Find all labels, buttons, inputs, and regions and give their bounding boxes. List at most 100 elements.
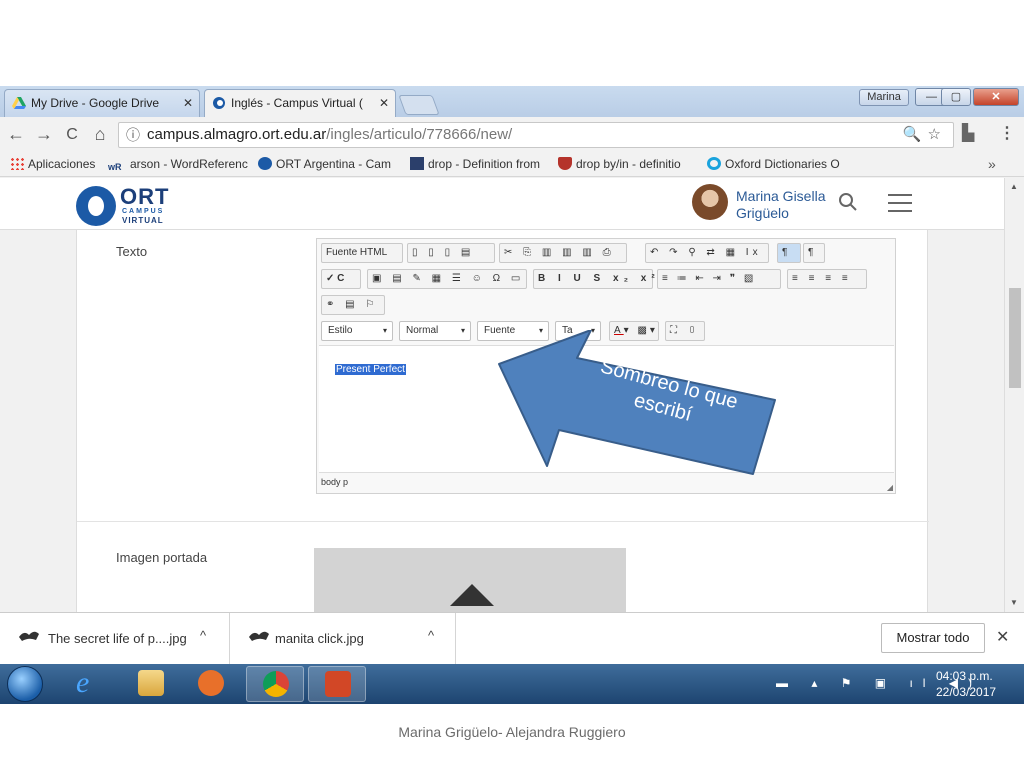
internet-explorer-icon: e [76, 666, 90, 699]
reload-icon[interactable]: C [62, 126, 82, 144]
slide-footer: Marina Grigüelo- Alejandra Ruggiero [398, 724, 626, 740]
address-bar[interactable]: ⓘ campus.almagro.ort.edu.ar/ingles/artic… [118, 122, 954, 148]
profile-button[interactable]: Marina [859, 89, 909, 106]
taskbar-chrome[interactable] [246, 666, 304, 702]
ort-logo-icon[interactable] [76, 186, 116, 226]
close-icon[interactable]: ✕ [379, 90, 389, 116]
dictionary-icon [410, 157, 424, 170]
field-label-imagen: Imagen portada [116, 550, 208, 565]
clipboard-tools-group[interactable]: ✂ ⎘ ▥ ▥ ▥ ⎙ [499, 243, 627, 263]
forward-icon[interactable]: → [34, 124, 54, 145]
logo-virtual: VIRTUAL [122, 216, 164, 225]
ltr-button[interactable]: ¶ [777, 243, 801, 263]
close-icon[interactable]: ✕ [183, 90, 193, 116]
more-bookmarks-icon[interactable]: » [988, 156, 996, 172]
maximize-button[interactable]: ▢ [941, 88, 971, 106]
clock-date[interactable]: 22/03/2017 [936, 685, 996, 699]
format-dropdown[interactable]: Normal ▾ [399, 321, 471, 341]
element-path: body p [321, 477, 349, 487]
rtl-button[interactable]: ¶ [803, 243, 825, 263]
format-bold-italic-underline[interactable]: B I U S x₂ x² [533, 269, 655, 289]
close-icon[interactable]: ✕ [996, 627, 1009, 647]
chevron-up-icon[interactable]: ^ [200, 628, 206, 643]
bookmark-oxford-dictionaries[interactable]: Oxford Dictionaries O [707, 157, 847, 171]
site-header: ORT CAMPUS VIRTUAL Marina Gisella Grigüe… [0, 178, 1004, 230]
image-file-icon [249, 631, 269, 641]
chrome-icon [263, 671, 289, 697]
wordreference-icon: wR [108, 162, 122, 172]
bookmark-wordreference[interactable]: wR arson - WordReferenc [108, 157, 248, 175]
chevron-up-icon[interactable]: ^ [428, 628, 434, 643]
download-item[interactable]: The secret life of p....jpg ^ [0, 613, 230, 665]
tab-campus-virtual[interactable]: Inglés - Campus Virtual ( ✕ [204, 89, 396, 117]
zoom-bookmark-star-icon[interactable]: 🔍☆ [903, 123, 947, 147]
insert-tools-group[interactable]: ▣ ▤ ✎ ▦ ☰ ☺ Ω ▭ [367, 269, 527, 289]
taskbar-media-player[interactable] [182, 666, 240, 702]
link-anchor-group[interactable]: ⚭ ▤ ⚐ [321, 295, 385, 315]
page-scrollbar[interactable]: ▲ ▼ [1004, 178, 1024, 612]
oxford-icon [707, 157, 721, 170]
resize-handle[interactable]: ◢ [887, 483, 893, 492]
editor-toolbar-row-2: ✓ C ▣ ▤ ✎ ▦ ☰ ☺ Ω ▭ B I U S x₂ x² ≡ ≔ ⇤ … [321, 269, 891, 291]
avatar[interactable] [692, 184, 728, 220]
taskbar-internet-explorer[interactable]: e [60, 666, 118, 702]
logo-ort[interactable]: ORT [120, 184, 169, 210]
tab-title: Inglés - Campus Virtual ( [231, 96, 363, 110]
new-tab-button[interactable] [398, 95, 440, 115]
browser-toolbar: ← → C ⌂ ⓘ campus.almagro.ort.edu.ar/ingl… [0, 117, 1024, 153]
browser-menu-icon[interactable]: ⋮ [999, 123, 1015, 143]
window-close-button[interactable]: ✕ [973, 88, 1019, 106]
style-dropdown[interactable]: Estilo ▾ [321, 321, 393, 341]
selected-text[interactable]: Present Perfect [335, 364, 406, 375]
bookmark-ort-argentina[interactable]: ORT Argentina - Cam [258, 157, 392, 171]
windows-start-icon[interactable] [7, 666, 43, 702]
presentation-slide: My Drive - Google Drive ✕ Inglés - Campu… [0, 0, 1024, 768]
tab-google-drive[interactable]: My Drive - Google Drive ✕ [4, 89, 200, 117]
chevron-down-icon: ▾ [460, 326, 465, 335]
clock-time[interactable]: 04:03 p.m. [936, 669, 993, 683]
editor-toolbar-row-1: Fuente HTML ▯ ▯ ▯ ▤ ✂ ⎘ ▥ ▥ ▥ ⎙ ↶ ↷ ⚲ ⇄ … [321, 243, 891, 265]
taskbar-file-explorer[interactable] [122, 666, 180, 702]
source-html-button[interactable]: Fuente HTML [321, 243, 403, 263]
chevron-down-icon: ▾ [382, 326, 387, 335]
bookmark-drop-definition[interactable]: drop - Definition from [410, 157, 546, 171]
extension-icon[interactable]: ▙ [962, 123, 974, 143]
spellcheck-button[interactable]: ✓ C [321, 269, 361, 289]
apps-grid-icon [10, 157, 24, 170]
home-icon[interactable]: ⌂ [90, 124, 110, 145]
url-host: campus.almagro.ort.edu.ar [147, 126, 327, 143]
hamburger-menu-icon[interactable] [888, 194, 912, 218]
tab-title: My Drive - Google Drive [31, 96, 160, 110]
scroll-up-icon[interactable]: ▲ [1010, 182, 1018, 191]
bookmark-drop-by-in[interactable]: drop by/in - definitio [558, 157, 696, 171]
info-icon[interactable]: ⓘ [126, 123, 140, 147]
field-label-texto: Texto [116, 244, 148, 259]
undo-find-group[interactable]: ↶ ↷ ⚲ ⇄ ▦ Ix [645, 243, 769, 263]
user-name[interactable]: Marina Gisella Grigüelo [736, 188, 825, 222]
cambridge-shield-icon [558, 157, 572, 170]
scroll-down-icon[interactable]: ▼ [1010, 598, 1018, 607]
taskbar-powerpoint[interactable] [308, 666, 366, 702]
downloads-bar: The secret life of p....jpg ^ manita cli… [0, 612, 1024, 665]
scroll-thumb[interactable] [1009, 288, 1021, 388]
media-player-icon [198, 670, 224, 696]
google-drive-icon [12, 97, 26, 109]
search-icon[interactable] [838, 192, 858, 218]
list-indent-group[interactable]: ≡ ≔ ⇤ ⇥ ❞ ▧ [657, 269, 781, 289]
cover-image-dropzone[interactable] [314, 548, 626, 612]
editor-toolbar-row-3: ⚭ ▤ ⚐ [321, 295, 391, 317]
powerpoint-icon [325, 671, 351, 697]
alignment-group[interactable]: ≡ ≡ ≡ ≡ [787, 269, 867, 289]
document-tools-group[interactable]: ▯ ▯ ▯ ▤ [407, 243, 495, 263]
bookmark-apps[interactable]: Aplicaciones [10, 157, 102, 171]
url-path: /ingles/articulo/778666/new/ [326, 126, 513, 143]
folder-icon [138, 670, 164, 696]
show-all-downloads-button[interactable]: Mostrar todo [881, 623, 985, 653]
back-icon[interactable]: ← [6, 124, 26, 145]
logo-campus: CAMPUS [122, 208, 165, 215]
image-file-icon [19, 631, 39, 641]
ort-logo-icon [258, 157, 272, 170]
tab-strip: My Drive - Google Drive ✕ Inglés - Campu… [0, 86, 1024, 117]
download-item[interactable]: manita click.jpg ^ [230, 613, 456, 665]
section-divider [77, 521, 929, 522]
